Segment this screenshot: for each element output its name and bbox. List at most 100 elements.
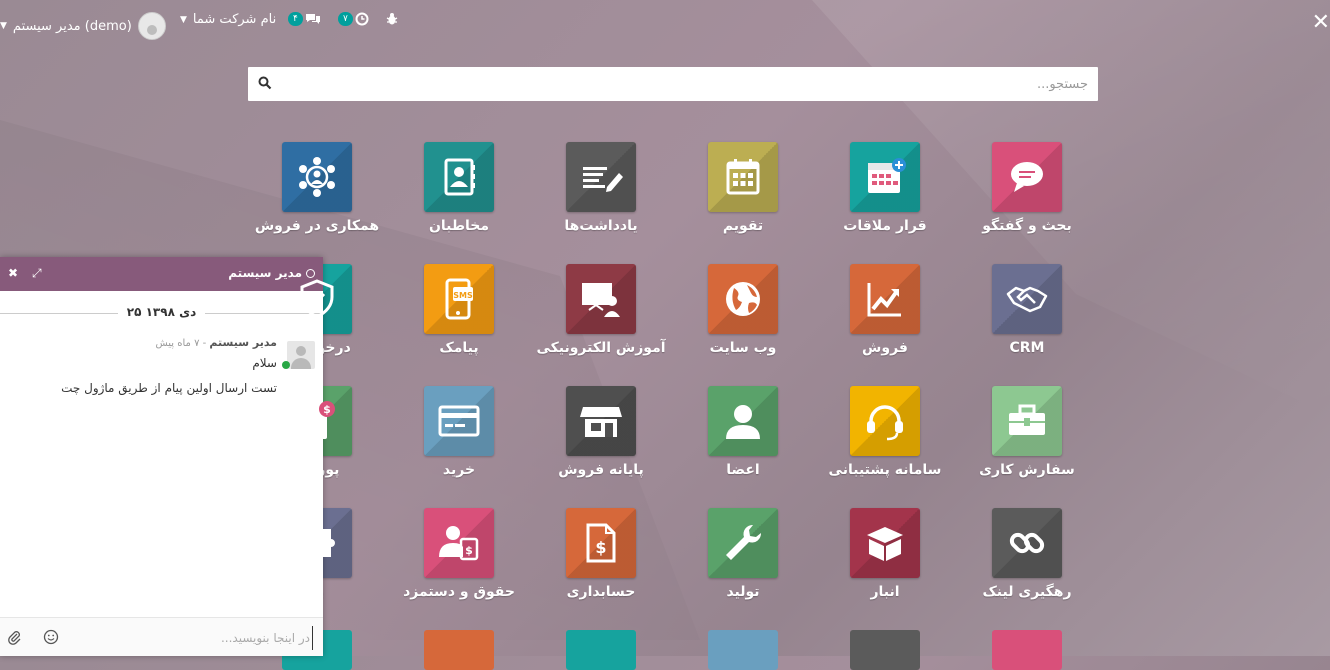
app-tile[interactable]: فروش	[815, 264, 955, 356]
app-label: خرید	[442, 462, 476, 478]
store-icon	[580, 407, 622, 437]
messages-menu[interactable]: ۴	[288, 12, 321, 26]
puzzle-icon	[303, 525, 335, 557]
app-tile[interactable]: سامانه پشتیبانی	[815, 386, 955, 478]
chat-title-text: مدیر سیستم	[228, 266, 302, 280]
caret-down-icon: ▼	[0, 21, 7, 31]
app-label: آموزش الکترونیکی	[536, 340, 666, 356]
app-tile[interactable]: SMS پیامک	[389, 264, 529, 356]
invoice-icon: $	[586, 523, 616, 563]
sales-chart-icon	[867, 283, 901, 317]
app-tile[interactable]: بحث و گفتگو	[957, 142, 1097, 234]
box-icon	[867, 527, 903, 561]
search-icon[interactable]	[258, 76, 272, 90]
toolbox-icon	[1009, 404, 1045, 435]
app-label: مخاطبان	[428, 218, 490, 234]
activities-menu[interactable]: ۷	[338, 12, 369, 26]
app-tile[interactable]: قرار ملاقات	[815, 142, 955, 234]
chat-message-input[interactable]	[138, 626, 313, 650]
app-tile-icon	[424, 142, 494, 212]
app-label: وب سایت	[709, 340, 777, 356]
app-tile-icon	[850, 508, 920, 578]
close-icon[interactable]: ✕	[1312, 10, 1330, 35]
app-tile[interactable]: همکاری در فروش	[247, 142, 387, 234]
app-tile-icon	[708, 386, 778, 456]
app-label: بحث و گفتگو	[982, 218, 1072, 234]
app-label: قرار ملاقات	[843, 218, 927, 234]
app-label: سفارش کاری	[979, 462, 1075, 478]
network-icon	[299, 157, 335, 197]
message-text: سلام	[252, 356, 277, 370]
paperclip-icon[interactable]	[6, 629, 22, 645]
comments-icon	[305, 14, 320, 24]
search-bar	[248, 67, 1098, 101]
app-label: یادداشت‌ها	[564, 218, 638, 234]
company-switcher[interactable]: ▼ نام شرکت شما	[180, 12, 276, 27]
payroll-icon: $	[439, 526, 479, 561]
app-tile[interactable]: اعضا	[673, 386, 813, 478]
app-tile-icon	[566, 264, 636, 334]
bug-icon	[386, 13, 398, 25]
app-tile-partial[interactable]	[992, 630, 1062, 670]
headset-icon	[867, 405, 903, 441]
shield-icon	[300, 279, 334, 319]
svg-text:$: $	[323, 403, 331, 416]
caret-down-icon: ▼	[180, 14, 187, 25]
user-avatar	[137, 12, 166, 40]
app-tile-icon	[992, 386, 1062, 456]
activities-badge: ۷	[338, 12, 353, 26]
debug-menu[interactable]	[385, 12, 399, 26]
app-tile[interactable]: $ حسابداری	[531, 508, 671, 600]
app-label: حقوق و دستمزد	[403, 584, 515, 600]
app-tile[interactable]: خرید	[389, 386, 529, 478]
chat-date: ۲۵ دی ۱۳۹۸	[126, 305, 197, 319]
emoji-icon[interactable]	[43, 629, 59, 645]
app-tile-icon	[708, 264, 778, 334]
app-tile[interactable]: مخاطبان	[389, 142, 529, 234]
chat-header[interactable]: مدیر سیستم ✖ ⤢	[0, 257, 323, 291]
svg-text:$: $	[465, 544, 473, 557]
app-tile-icon	[424, 386, 494, 456]
app-tile-partial[interactable]	[850, 630, 920, 670]
app-tile[interactable]: سفارش کاری	[957, 386, 1097, 478]
company-name: نام شرکت شما	[192, 12, 277, 27]
messages-badge: ۴	[288, 12, 303, 26]
app-tile[interactable]: رهگیری لینک	[957, 508, 1097, 600]
chat-date-separator: ۲۵ دی ۱۳۹۸	[0, 305, 323, 319]
app-tile[interactable]: تولید	[673, 508, 813, 600]
app-tile[interactable]: وب سایت	[673, 264, 813, 356]
close-chat-icon[interactable]: ✖	[8, 266, 18, 280]
message-time: - ۷ ماه پیش	[155, 338, 210, 349]
portal-icon: $	[301, 401, 335, 439]
message-avatar	[287, 341, 315, 369]
app-tile-icon	[282, 142, 352, 212]
message-text: تست ارسال اولین پیام از طریق ماژول چت	[61, 381, 277, 395]
app-label: پایانه فروش	[558, 462, 644, 478]
app-tile[interactable]: آموزش الکترونیکی	[531, 264, 671, 356]
teacher-board-icon	[582, 283, 620, 317]
clock-icon	[355, 12, 369, 26]
app-tile-partial[interactable]	[424, 630, 494, 670]
app-label: همکاری در فروش	[254, 218, 380, 234]
app-tile[interactable]: $ حقوق و دستمزد	[389, 508, 529, 600]
app-tile[interactable]: CRM	[957, 264, 1097, 356]
app-tile-icon: SMS	[424, 264, 494, 334]
app-tile[interactable]: تقویم	[673, 142, 813, 234]
app-tile-icon	[992, 264, 1062, 334]
app-label: پیامک	[439, 340, 479, 356]
app-tile-icon	[992, 142, 1062, 212]
chat-window: مدیر سیستم ✖ ⤢ ۲۵ دی ۱۳۹۸ مدیر سیستم - ۷…	[0, 257, 323, 656]
app-label: رهگیری لینک	[982, 584, 1072, 600]
app-label: سامانه پشتیبانی	[828, 462, 942, 478]
app-tile[interactable]: یادداشت‌ها	[531, 142, 671, 234]
app-tile-icon	[992, 508, 1062, 578]
app-tile[interactable]: انبار	[815, 508, 955, 600]
app-tile[interactable]: پایانه فروش	[531, 386, 671, 478]
user-menu[interactable]: ▼ مدیر سیستم (demo)	[0, 12, 166, 40]
link-icon	[1009, 532, 1045, 554]
app-tile-partial[interactable]	[566, 630, 636, 670]
search-input[interactable]	[298, 67, 1098, 101]
expand-icon[interactable]: ⤢	[32, 266, 42, 281]
app-tile-partial[interactable]	[708, 630, 778, 670]
app-tile-icon	[850, 142, 920, 212]
